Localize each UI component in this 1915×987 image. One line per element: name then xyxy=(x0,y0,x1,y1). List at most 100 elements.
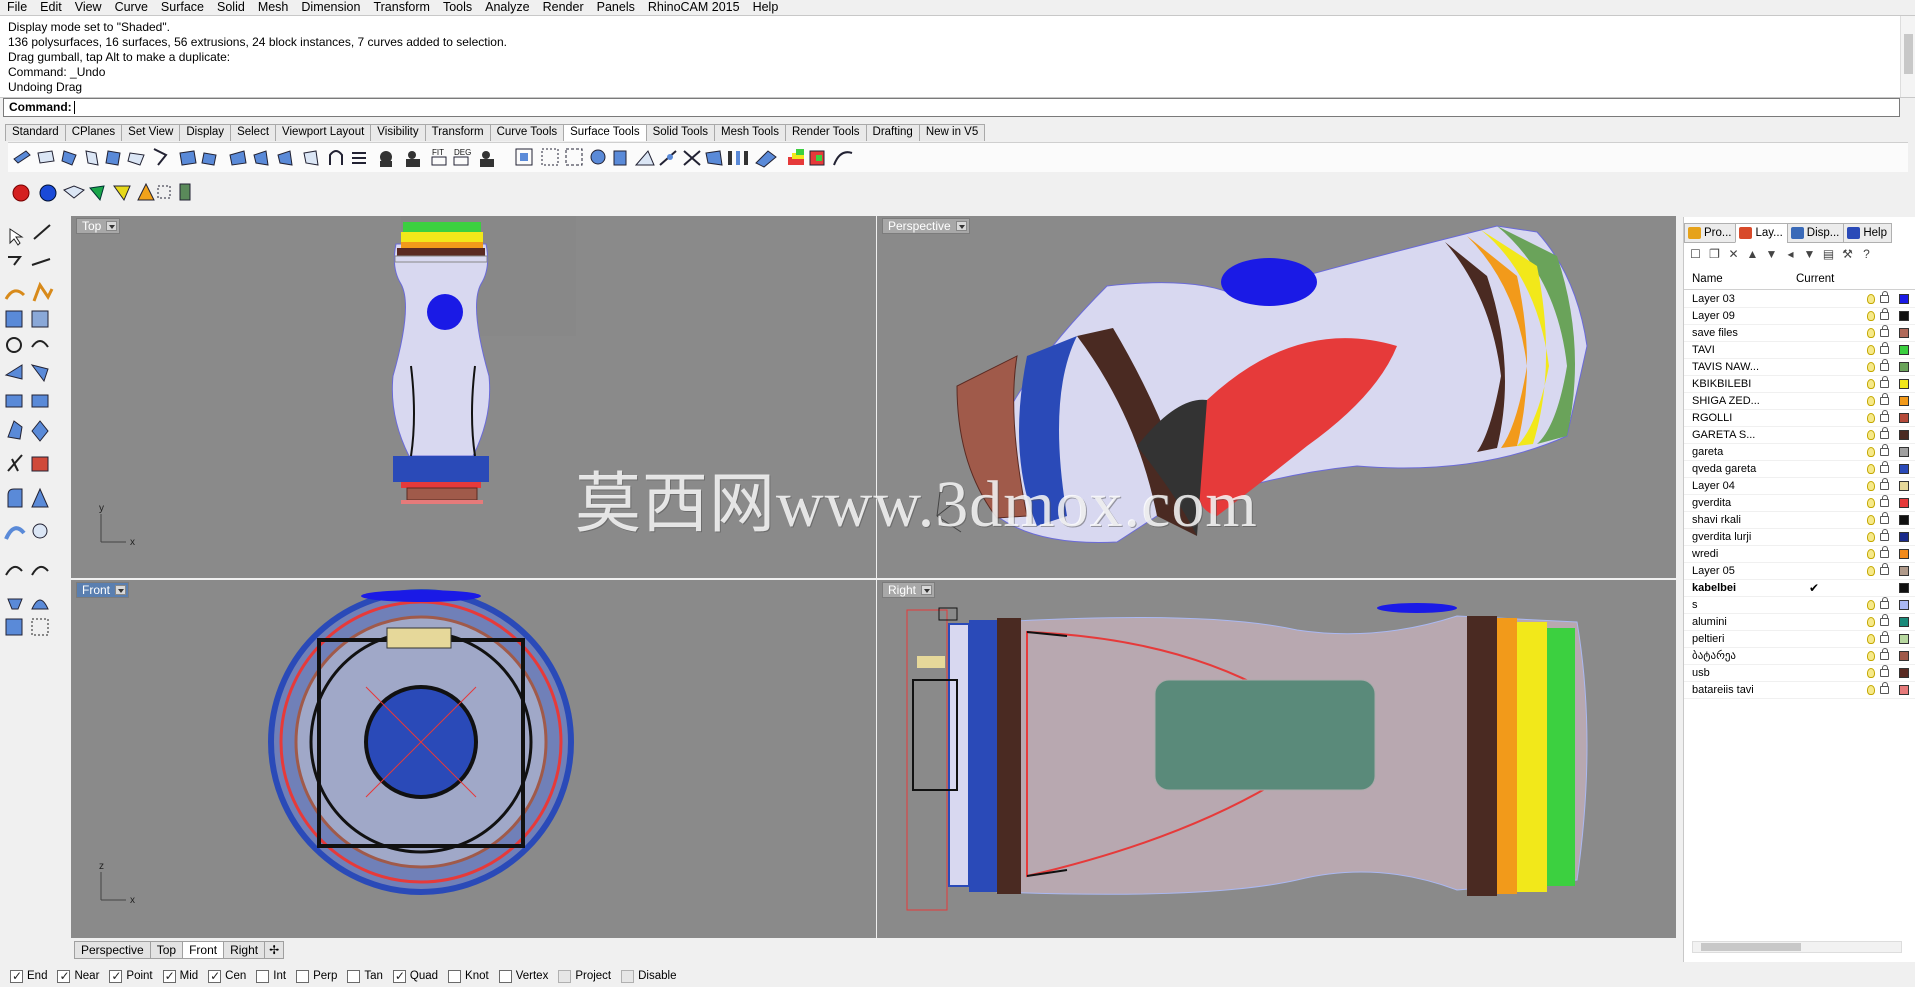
filter-icon[interactable]: ▼ xyxy=(1802,247,1817,262)
surface-curvature-icon[interactable] xyxy=(659,150,677,166)
layer-row[interactable]: shavi rkali xyxy=(1684,512,1915,529)
osnap-disable[interactable]: Disable xyxy=(621,968,676,984)
layer-name[interactable]: Layer 04 xyxy=(1692,478,1772,495)
viewport-front[interactable]: z x Front xyxy=(71,580,876,938)
osnap-checkbox[interactable] xyxy=(621,969,635,983)
viewport-tab-right[interactable]: Right xyxy=(223,941,266,959)
layer-name[interactable]: RGOLLI xyxy=(1692,410,1772,427)
column-current[interactable]: Current xyxy=(1796,268,1834,290)
layer-color-swatch[interactable] xyxy=(1899,345,1909,355)
osnap-int[interactable]: Int xyxy=(256,968,286,984)
layer-visible-bulb-icon[interactable] xyxy=(1867,430,1875,440)
layer-lock-icon[interactable] xyxy=(1880,495,1889,507)
extend-surface-icon[interactable] xyxy=(153,148,168,166)
osnap-knot[interactable]: Knot xyxy=(448,968,489,984)
osnap-checkbox[interactable] xyxy=(558,969,572,983)
layer-lock-icon[interactable] xyxy=(1880,665,1889,677)
menu-rhinocam-2015[interactable]: RhinoCAM 2015 xyxy=(648,0,740,15)
layer-row[interactable]: s xyxy=(1684,597,1915,614)
layer-lock-icon[interactable] xyxy=(1880,682,1889,694)
layer-lock-icon[interactable] xyxy=(1880,410,1889,422)
osnap-tan[interactable]: Tan xyxy=(347,968,383,984)
untrim-icon[interactable] xyxy=(253,150,269,166)
extrude-icon[interactable] xyxy=(7,420,23,440)
toolbar-tab-solid-tools[interactable]: Solid Tools xyxy=(645,124,715,141)
menu-render[interactable]: Render xyxy=(543,0,584,15)
decal-icon[interactable] xyxy=(157,185,171,199)
move-uvn-icon[interactable] xyxy=(480,151,494,167)
zebra-icon[interactable] xyxy=(809,150,825,166)
layer-row[interactable]: gverdita xyxy=(1684,495,1915,512)
layer-color-swatch[interactable] xyxy=(1899,464,1909,474)
arch-icon[interactable] xyxy=(329,150,343,165)
chamfer-surface-icon[interactable] xyxy=(127,152,145,166)
explode-icon[interactable] xyxy=(380,151,392,167)
circle-icon[interactable] xyxy=(6,337,22,353)
layer-visible-bulb-icon[interactable] xyxy=(1867,668,1875,678)
trim-icon[interactable] xyxy=(7,454,23,472)
layer-visible-bulb-icon[interactable] xyxy=(1867,328,1875,338)
toolbar-tab-curve-tools[interactable]: Curve Tools xyxy=(489,124,565,141)
merge-surface-icon[interactable] xyxy=(61,150,77,166)
osnap-checkbox[interactable] xyxy=(10,968,23,984)
viewport-label-perspective[interactable]: Perspective xyxy=(882,218,970,234)
layer-row[interactable]: ბატარეა xyxy=(1684,648,1915,665)
layer-row[interactable]: usb xyxy=(1684,665,1915,682)
layer-visible-bulb-icon[interactable] xyxy=(1867,651,1875,661)
split-icon[interactable] xyxy=(31,456,49,472)
render-sphere-icon[interactable] xyxy=(12,184,30,202)
osnap-point[interactable]: Point xyxy=(109,968,153,984)
layer-row[interactable]: gareta xyxy=(1684,444,1915,461)
osnap-checkbox[interactable] xyxy=(448,969,462,983)
osnap-perp[interactable]: Perp xyxy=(296,968,337,984)
mirror-icon[interactable] xyxy=(31,565,49,576)
layer-row[interactable]: alumini xyxy=(1684,614,1915,631)
toolbar-tab-display[interactable]: Display xyxy=(179,124,232,141)
toolbar-tab-surface-tools[interactable]: Surface Tools xyxy=(563,124,647,141)
network-surface-icon[interactable] xyxy=(705,150,723,166)
layer-lock-icon[interactable] xyxy=(1880,648,1889,660)
menu-edit[interactable]: Edit xyxy=(40,0,62,15)
add-viewport-tab-icon[interactable]: ✢ xyxy=(264,941,285,959)
surface-edges-icon[interactable] xyxy=(565,148,583,166)
join-icon[interactable] xyxy=(406,151,420,167)
layer-lock-icon[interactable] xyxy=(1880,308,1889,320)
rectangle-icon[interactable] xyxy=(4,364,23,380)
cone-icon[interactable] xyxy=(137,182,155,201)
layer-visible-bulb-icon[interactable] xyxy=(1867,396,1875,406)
layer-color-swatch[interactable] xyxy=(1899,498,1909,508)
ground-plane-icon[interactable] xyxy=(179,183,191,201)
layer-visible-bulb-icon[interactable] xyxy=(1867,481,1875,491)
layer-color-swatch[interactable] xyxy=(1899,532,1909,542)
arc-icon[interactable] xyxy=(31,340,49,348)
layer-name[interactable]: ბატარეა xyxy=(1692,648,1772,665)
layer-row[interactable]: RGOLLI xyxy=(1684,410,1915,427)
layer-visible-bulb-icon[interactable] xyxy=(1867,362,1875,372)
layer-name[interactable]: wredi xyxy=(1692,546,1772,563)
toolbar-tab-visibility[interactable]: Visibility xyxy=(370,124,426,141)
osnap-checkbox[interactable] xyxy=(296,969,310,983)
layer-lock-icon[interactable] xyxy=(1880,461,1889,473)
osnap-project[interactable]: Project xyxy=(558,968,611,984)
wrench-icon[interactable]: ⚒ xyxy=(1840,247,1855,262)
layer-lock-icon[interactable] xyxy=(1880,427,1889,439)
viewport-tab-top[interactable]: Top xyxy=(149,941,184,959)
toolbar-tab-new-in-v5[interactable]: New in V5 xyxy=(918,124,986,141)
layer-name[interactable]: batareiis tavi xyxy=(1692,682,1772,699)
toolbar-tab-drafting[interactable]: Drafting xyxy=(865,124,920,141)
layer-color-swatch[interactable] xyxy=(1899,515,1909,525)
layer-color-swatch[interactable] xyxy=(1899,379,1909,389)
line-icon[interactable] xyxy=(31,258,51,266)
hat-icon[interactable] xyxy=(31,599,49,610)
layer-lock-icon[interactable] xyxy=(1880,529,1889,541)
pipe-icon[interactable] xyxy=(4,526,26,540)
move-down-icon[interactable]: ▼ xyxy=(1764,247,1779,262)
layer-lock-icon[interactable] xyxy=(1880,597,1889,609)
move-up-icon[interactable]: ▲ xyxy=(1745,247,1760,262)
solid-icon[interactable] xyxy=(31,310,49,328)
layer-color-swatch[interactable] xyxy=(1899,549,1909,559)
new-sublayer-icon[interactable]: ❐ xyxy=(1707,247,1722,262)
menu-mesh[interactable]: Mesh xyxy=(258,0,289,15)
layer-row[interactable]: save files xyxy=(1684,325,1915,342)
array-icon[interactable] xyxy=(5,565,23,576)
